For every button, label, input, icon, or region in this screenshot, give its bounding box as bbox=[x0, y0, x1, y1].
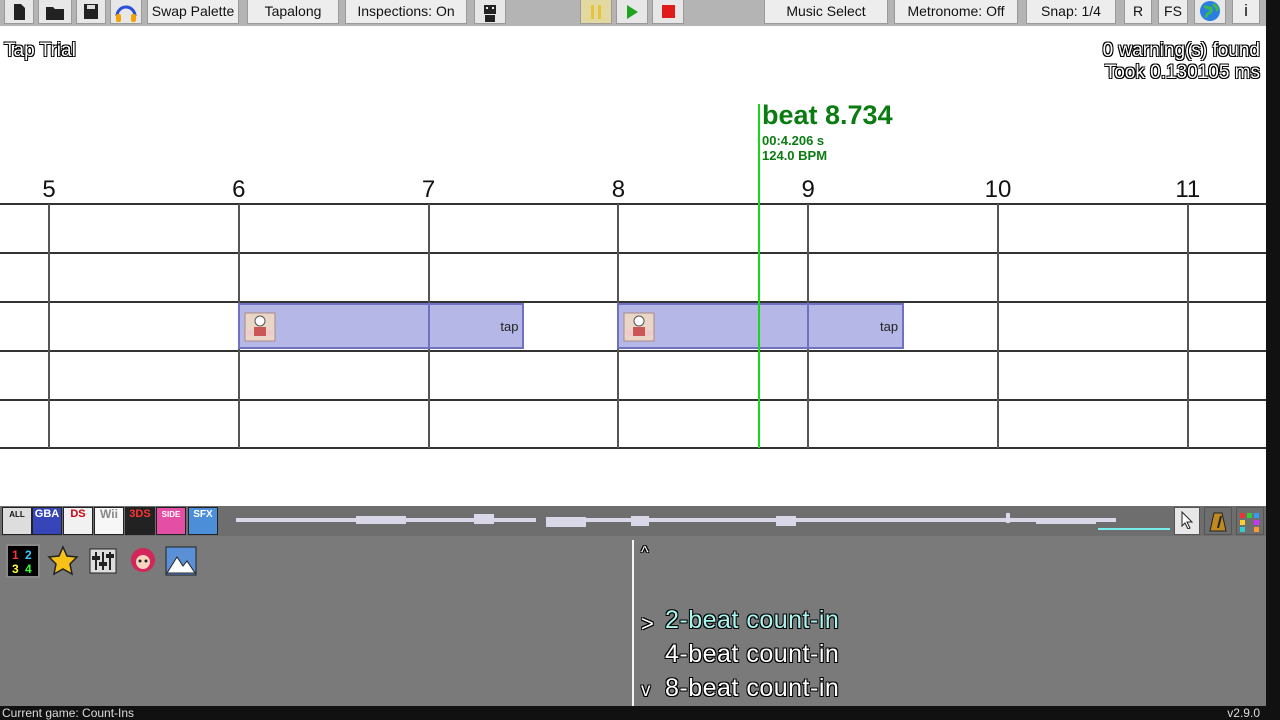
lane-border bbox=[0, 399, 1266, 401]
status-bar: Current game: Count-Ins v2.9.0 bbox=[0, 706, 1266, 720]
audio-button[interactable] bbox=[110, 0, 142, 24]
cursor-tool-button[interactable] bbox=[1174, 507, 1200, 535]
svg-text:1: 1 bbox=[12, 548, 19, 562]
game-filter-3ds[interactable]: 3DS bbox=[125, 507, 155, 535]
pause-icon bbox=[591, 5, 601, 19]
play-icon bbox=[627, 5, 638, 19]
inspections-toggle[interactable]: Inspections: On bbox=[345, 0, 467, 24]
event-label: tap bbox=[500, 319, 519, 334]
tap-trial-icon bbox=[244, 312, 276, 342]
tapalong-button[interactable]: Tapalong bbox=[247, 0, 339, 24]
svg-text:3: 3 bbox=[12, 562, 19, 576]
save-icon bbox=[84, 4, 98, 19]
fullscreen-button[interactable]: FS bbox=[1158, 0, 1188, 24]
current-game-label: Current game: Count-Ins bbox=[2, 706, 135, 720]
beat-number: 11 bbox=[1175, 176, 1201, 203]
lane-border bbox=[0, 447, 1266, 449]
open-folder-icon bbox=[46, 7, 64, 20]
beat-number: 10 bbox=[984, 176, 1012, 203]
beat-number: 5 bbox=[42, 176, 56, 203]
game-filter-ds[interactable]: DS bbox=[63, 507, 93, 535]
beat-gridline bbox=[48, 204, 50, 448]
robot-icon bbox=[484, 5, 496, 22]
tap-event-block[interactable]: tap bbox=[617, 303, 905, 349]
pause-button[interactable] bbox=[580, 0, 612, 24]
version-label: v2.9.0 bbox=[1227, 706, 1260, 720]
star-icon bbox=[47, 545, 79, 576]
category-favorites[interactable] bbox=[46, 544, 80, 578]
selection-arrow: > bbox=[641, 611, 654, 636]
event-label: tap bbox=[880, 319, 899, 334]
beat-gridline bbox=[997, 204, 999, 448]
music-select-button[interactable]: Music Select bbox=[764, 0, 888, 24]
character-icon bbox=[131, 548, 155, 572]
info-button[interactable]: i bbox=[1232, 0, 1260, 24]
game-filter-wii[interactable]: Wii bbox=[94, 507, 124, 535]
new-file-button[interactable] bbox=[4, 0, 34, 24]
tap-event-block[interactable]: tap bbox=[237, 303, 525, 349]
warning-count: 0 warning(s) found bbox=[1102, 40, 1260, 61]
beat-number: 6 bbox=[232, 176, 246, 203]
inspection-report: 0 warning(s) found Took 0.130105 ms bbox=[1103, 40, 1260, 84]
lane-border bbox=[0, 350, 1266, 352]
metronome-tool-button[interactable] bbox=[1204, 507, 1232, 535]
category-vfx[interactable] bbox=[86, 544, 120, 578]
timeline-minimap[interactable] bbox=[236, 512, 1172, 530]
stop-button[interactable] bbox=[652, 0, 684, 24]
event-item-2-beat[interactable]: 2-beat count-in bbox=[665, 606, 839, 635]
robot-button[interactable] bbox=[474, 0, 506, 24]
category-count-ins[interactable]: 1 2 3 4 bbox=[6, 544, 40, 578]
inspection-time: Took 0.130105 ms bbox=[1104, 62, 1260, 83]
event-item-4-beat[interactable]: 4-beat count-in bbox=[665, 640, 839, 669]
count-ins-icon: 1 2 3 4 bbox=[12, 548, 32, 576]
fader-icon bbox=[89, 548, 117, 574]
language-button[interactable] bbox=[1194, 0, 1226, 24]
playhead-time: 00:4.206 s bbox=[762, 133, 825, 148]
globe-icon bbox=[1200, 1, 1220, 21]
beat-number: 9 bbox=[801, 176, 815, 203]
open-file-button[interactable] bbox=[38, 0, 72, 24]
beat-gridline bbox=[1186, 204, 1189, 448]
svg-text:4: 4 bbox=[25, 562, 32, 576]
block-beat-divider bbox=[427, 305, 430, 347]
playhead-beat: beat 8.734 bbox=[762, 100, 893, 130]
panel-divider bbox=[632, 540, 634, 706]
cursor-icon bbox=[1181, 511, 1194, 529]
category-character[interactable] bbox=[126, 544, 160, 578]
swap-palette-button[interactable]: Swap Palette bbox=[147, 0, 239, 24]
beat-number: 7 bbox=[421, 176, 436, 203]
tap-trial-icon bbox=[623, 312, 655, 342]
block-beat-divider bbox=[807, 305, 810, 347]
game-filter-side[interactable]: SIDE bbox=[156, 507, 186, 535]
game-filter-gba[interactable]: GBA bbox=[32, 507, 62, 535]
playhead[interactable] bbox=[758, 104, 760, 448]
window-edge bbox=[1266, 0, 1280, 720]
headphones-icon bbox=[115, 5, 137, 22]
mountain-icon bbox=[165, 546, 197, 576]
beat-number: 8 bbox=[611, 176, 626, 203]
playhead-bpm: 124.0 BPM bbox=[762, 148, 828, 163]
top-toolbar: Swap Palette Tapalong Inspections: On Mu… bbox=[0, 0, 1266, 26]
svg-text:2: 2 bbox=[25, 548, 32, 562]
game-filter-custom[interactable]: SFX bbox=[188, 507, 218, 535]
scroll-up-indicator[interactable]: ^ bbox=[641, 544, 649, 562]
event-item-8-beat[interactable]: 8-beat count-in bbox=[665, 674, 839, 703]
category-environment[interactable] bbox=[164, 544, 198, 578]
new-file-icon bbox=[14, 4, 25, 20]
game-filter-all[interactable]: ALL bbox=[2, 507, 32, 535]
stop-icon bbox=[662, 5, 675, 18]
scroll-down-indicator[interactable]: v bbox=[641, 680, 651, 702]
settings-grid-icon bbox=[1240, 513, 1259, 532]
lane-border bbox=[0, 203, 1266, 205]
lane-border bbox=[0, 252, 1266, 254]
play-button[interactable] bbox=[616, 0, 648, 24]
snap-button[interactable]: Snap: 1/4 bbox=[1026, 0, 1116, 24]
remix-title: Tap Trial bbox=[4, 40, 76, 61]
save-button[interactable] bbox=[76, 0, 106, 24]
metronome-toggle[interactable]: Metronome: Off bbox=[894, 0, 1018, 24]
r-button[interactable]: R bbox=[1124, 0, 1152, 24]
settings-tool-button[interactable] bbox=[1236, 507, 1264, 535]
metronome-icon bbox=[1209, 512, 1227, 532]
